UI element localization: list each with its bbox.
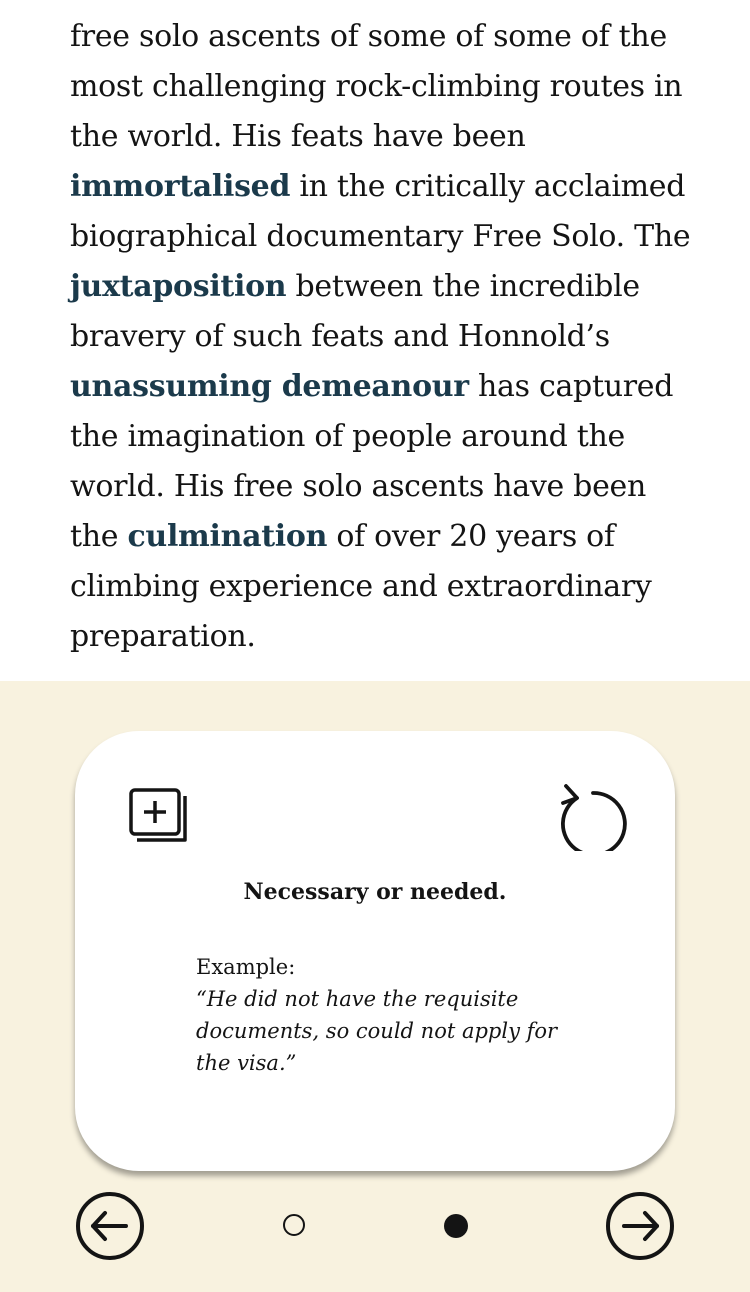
next-card-button[interactable] [605, 1191, 675, 1261]
word-definition: Necessary or needed. [243, 879, 507, 905]
vocab-word-culmination[interactable]: culmination [127, 519, 327, 554]
flashcard[interactable]: Necessary or needed. Example: “He did no… [75, 731, 675, 1171]
add-to-deck-icon[interactable] [127, 786, 191, 850]
pagination-dot-1[interactable] [283, 1214, 305, 1236]
example-label: Example: [196, 955, 296, 979]
example-sentence: “He did not have the requisite documents… [196, 987, 558, 1075]
text-segment: free solo ascents of some of some of the… [70, 19, 683, 154]
example-block: Example: “He did not have the requisite … [196, 951, 596, 1079]
flashcard-panel: Necessary or needed. Example: “He did no… [0, 681, 750, 1292]
vocab-word-juxtaposition[interactable]: juxtaposition [70, 269, 287, 304]
rotate-icon[interactable] [557, 781, 629, 857]
vocab-word-unassuming-demeanour[interactable]: unassuming demeanour [70, 369, 469, 404]
previous-card-button[interactable] [75, 1191, 145, 1261]
article-text: free solo ascents of some of some of the… [70, 12, 700, 662]
arrow-right-circle-icon [606, 1192, 674, 1260]
vocab-word-immortalised[interactable]: immortalised [70, 169, 290, 204]
pagination-dot-2-active[interactable] [444, 1214, 468, 1238]
arrow-left-circle-icon [76, 1192, 144, 1260]
